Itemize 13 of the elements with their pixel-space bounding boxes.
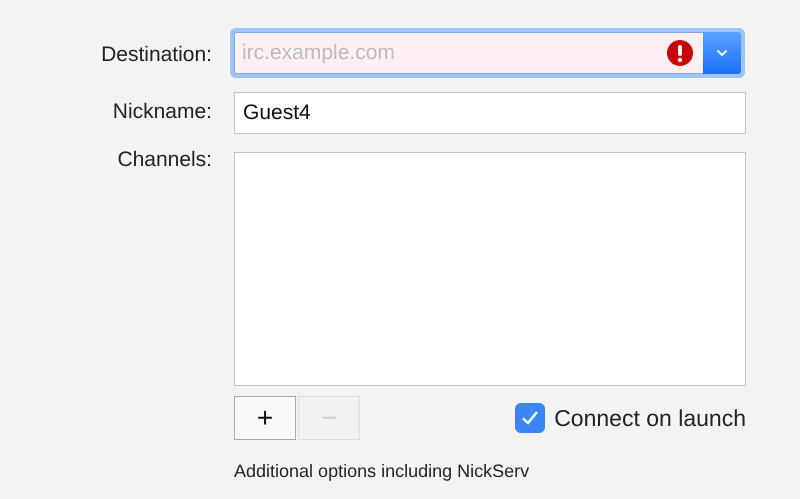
error-icon — [667, 40, 693, 66]
dropdown-button[interactable] — [703, 32, 741, 74]
chevron-icon — [716, 49, 728, 57]
field-label: Destination: — [101, 43, 212, 67]
help-text: Additional options including NickServ — [234, 461, 530, 482]
destination-field[interactable]: irc.example.com — [234, 32, 703, 74]
checkbox-label: Connect on launch — [554, 404, 746, 432]
nickname-field[interactable]: Guest4 — [234, 92, 746, 134]
checkmark-icon — [521, 410, 540, 426]
field-label: Channels: — [117, 148, 212, 172]
field-label: Nickname: — [112, 100, 212, 124]
checkbox[interactable] — [515, 403, 546, 433]
add-button[interactable]: + — [234, 396, 296, 440]
